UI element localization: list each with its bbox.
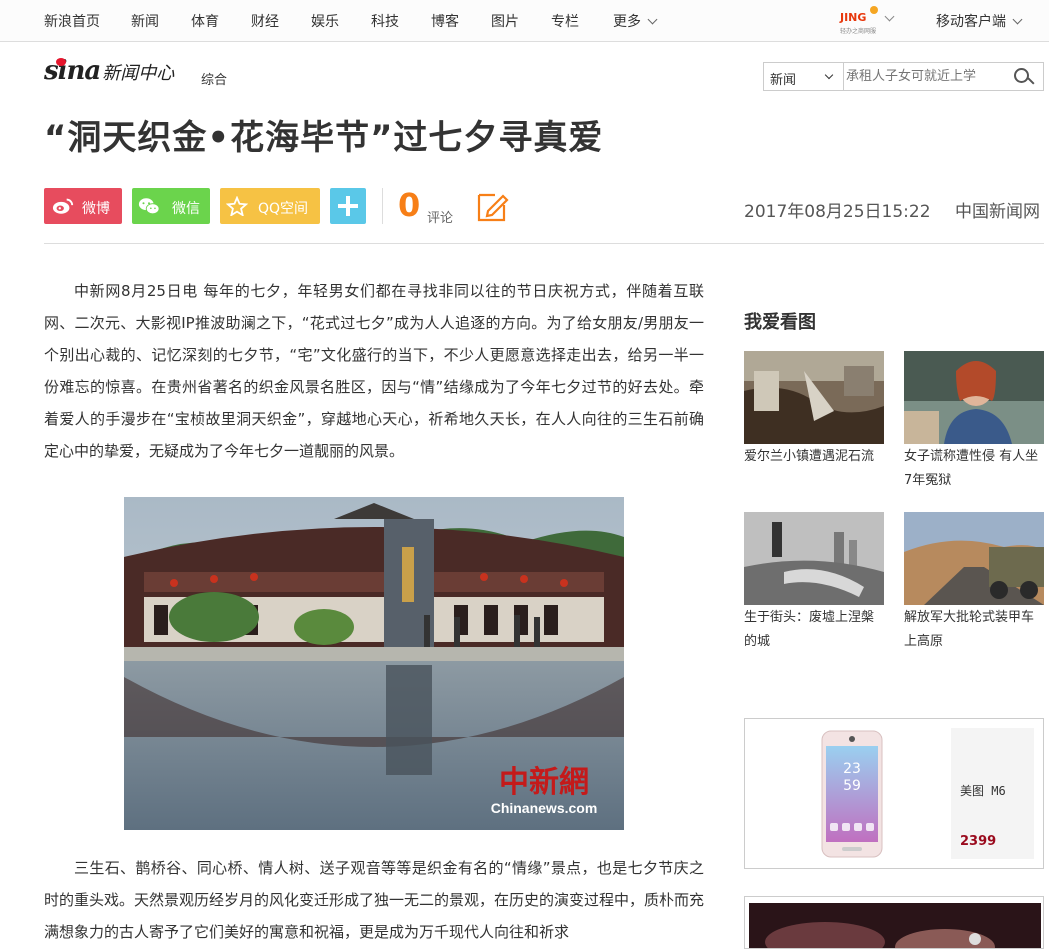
thumb-image — [744, 351, 884, 444]
ad-product-image: 23 59 — [754, 728, 951, 859]
share-qzone-button[interactable]: QQ空间 — [220, 188, 320, 224]
sidebar-pic-wrongful[interactable] — [904, 351, 1044, 444]
publish-date: 2017年08月25日15:22 — [744, 202, 931, 222]
share-weixin-label: 微信 — [172, 201, 200, 217]
sina-logo-text: sina — [44, 56, 101, 86]
chevron-down-icon — [647, 14, 658, 25]
nav-item-ent[interactable]: 娱乐 — [311, 11, 339, 31]
nav-more-label: 更多 — [613, 14, 641, 30]
sidebar-pic-caption[interactable]: 生于街头：废墟上涅槃的城 — [744, 606, 886, 654]
mobile-client-label: 移动客户端 — [936, 14, 1006, 30]
weibo-icon — [52, 198, 74, 214]
sidebar-ad-2[interactable] — [744, 896, 1044, 949]
ad-product-price: 2399 — [960, 834, 997, 849]
nav-item-photo[interactable]: 图片 — [491, 11, 519, 31]
search-icon — [1014, 68, 1029, 83]
thumb-image — [904, 512, 1044, 605]
sidebar-pic-caption[interactable]: 爱尔兰小镇遭遇泥石流 — [744, 445, 886, 469]
ad-image — [749, 903, 1041, 948]
article-paragraph: 三生石、鹊桥谷、同心桥、情人树、送子观音等等是织金有名的“情缘”景点，也是七夕节… — [44, 859, 704, 941]
thumb-image — [744, 512, 884, 605]
article-title: “洞天织金•花海毕节”过七夕寻真爱 — [44, 118, 604, 158]
nav-item-column[interactable]: 专栏 — [551, 11, 579, 31]
sidebar-pic-armored[interactable] — [904, 512, 1044, 605]
product-ad[interactable]: 23 59 美图 M6 2399 — [744, 718, 1044, 869]
share-weibo-button[interactable]: 微博 — [44, 188, 122, 224]
search-category-value: 新闻 — [770, 73, 797, 88]
sidebar-pic-caption[interactable]: 解放军大批轮式装甲车上高原 — [904, 606, 1046, 654]
search-box: 新闻 — [763, 62, 1044, 91]
photo-watermark-en: Chinanews.com — [491, 800, 598, 816]
nav-item-finance[interactable]: 财经 — [251, 11, 279, 31]
top-nav: 新浪首页 新闻 体育 财经 娱乐 科技 博客 图片 专栏 更多 JING 轻办之… — [0, 0, 1049, 42]
svg-text:23: 23 — [843, 761, 861, 777]
share-weixin-button[interactable]: 微信 — [132, 188, 210, 224]
divider — [382, 188, 383, 224]
share-qzone-label: QQ空间 — [258, 201, 309, 217]
search-button[interactable] — [1010, 66, 1040, 88]
thumb-image — [904, 351, 1044, 444]
ad-content: 23 59 美图 M6 2399 — [754, 728, 1034, 859]
jing-logo-text: JING — [840, 11, 867, 24]
nav-item-news[interactable]: 新闻 — [131, 11, 159, 31]
article-photo[interactable]: 中新網 Chinanews.com — [124, 497, 624, 830]
nav-item-sports[interactable]: 体育 — [191, 11, 219, 31]
news-center-label: 新闻中心 — [102, 63, 175, 84]
svg-text:59: 59 — [843, 778, 861, 794]
article-paragraph: 中新网8月25日电 每年的七夕，年轻男女们都在寻找非同以往的节日庆祝方式，伴随着… — [44, 282, 704, 460]
jing-logo-dot-icon — [870, 6, 878, 14]
jing-logo-sub: 轻办之商网服 — [840, 28, 877, 35]
edit-comment-icon[interactable] — [474, 188, 510, 224]
sidebar-pic-ruins[interactable] — [744, 512, 884, 605]
wechat-icon — [138, 198, 160, 215]
share-weibo-label: 微博 — [82, 201, 110, 217]
search-input[interactable] — [846, 65, 1006, 88]
nav-item-blog[interactable]: 博客 — [431, 11, 459, 31]
comment-label[interactable]: 评论 — [427, 207, 453, 226]
sidebar-pic-mudslide[interactable] — [744, 351, 884, 444]
nav-item-more[interactable]: 更多 — [613, 11, 658, 31]
search-icon-handle — [1027, 77, 1035, 85]
chevron-down-icon — [1012, 14, 1023, 25]
channel-label[interactable]: 综合 — [201, 69, 227, 88]
divider — [44, 243, 1044, 244]
phone-image: 23 59 — [821, 730, 883, 858]
sidebar-pic-caption[interactable]: 女子谎称遭性侵 有人坐7年冤狱 — [904, 445, 1046, 493]
photo-scene: 中新網 Chinanews.com — [124, 497, 624, 830]
star-icon — [226, 196, 248, 216]
photo-watermark-cn: 中新網 — [499, 765, 589, 800]
sina-eye-icon — [56, 58, 66, 66]
share-more-button[interactable] — [330, 188, 366, 224]
nav-item-tech[interactable]: 科技 — [371, 11, 399, 31]
chevron-down-icon[interactable] — [884, 11, 895, 22]
jing-logo[interactable]: JING 轻办之商网服 — [840, 6, 880, 36]
sidebar-title: 我爱看图 — [744, 312, 816, 333]
nav-item-home[interactable]: 新浪首页 — [44, 11, 100, 31]
plus-icon-bar — [346, 196, 350, 216]
comment-count[interactable]: 0 — [398, 186, 420, 224]
mobile-client-link[interactable]: 移动客户端 — [936, 11, 1023, 31]
article-source[interactable]: 中国新闻网 — [955, 197, 1040, 222]
chevron-down-icon — [824, 70, 834, 80]
ad-product-name: 美图 M6 — [960, 784, 1006, 798]
search-category-select[interactable]: 新闻 — [764, 63, 844, 90]
